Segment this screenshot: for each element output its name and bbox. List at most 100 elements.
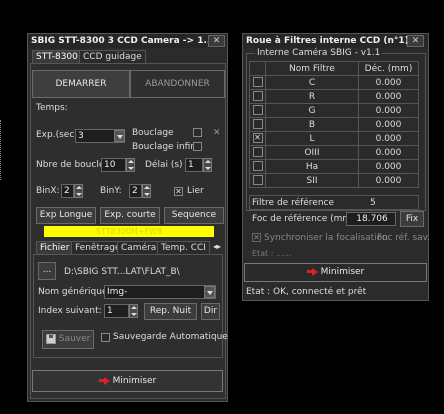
biny-label: BinY: (100, 186, 122, 196)
tab-ccd-guidage[interactable]: CCD guidage (79, 50, 146, 63)
filter-minimize-button[interactable]: Minimiser (244, 263, 427, 282)
filter-row[interactable]: OIII 0.000 (249, 145, 419, 160)
delay-input[interactable]: 1 (185, 158, 203, 172)
filter-window-title: Roue à Filtres interne CCD (n°1) (243, 34, 428, 48)
loop-label: Bouclage (132, 128, 174, 138)
abort-button[interactable]: ABANDONNER (130, 70, 225, 98)
loop-inf-checkbox[interactable] (193, 142, 202, 151)
filter-select-cell[interactable] (249, 75, 266, 90)
loop-checkbox[interactable] (193, 128, 202, 137)
filter-select-cell[interactable] (249, 103, 266, 118)
tab-fichier[interactable]: Fichier (36, 241, 74, 254)
state-label: Etat : ...... (252, 249, 292, 258)
auto-save-checkbox[interactable] (101, 333, 110, 342)
next-index-input[interactable]: 1 (104, 304, 129, 318)
filter-row[interactable]: G 0.000 (249, 103, 419, 118)
filter-name-cell[interactable]: C (265, 75, 359, 90)
filter-select-checkbox[interactable] (252, 91, 263, 102)
filter-name-cell[interactable]: B (265, 117, 359, 132)
filter-select-cell[interactable]: ✕ (249, 131, 266, 146)
exp-combo-arrow[interactable] (114, 130, 125, 142)
ref-filter-label: Filtre de référence (252, 198, 335, 208)
filter-select-cell[interactable] (249, 159, 266, 174)
generic-name-combo-arrow[interactable] (204, 286, 215, 298)
filter-close-button[interactable]: ✕ (407, 35, 424, 47)
generic-name-combo[interactable]: Img- (104, 285, 216, 299)
filter-select-cell[interactable] (249, 117, 266, 132)
filter-select-checkbox[interactable]: ✕ (252, 133, 263, 144)
biny-spinner[interactable] (142, 184, 151, 198)
filter-select-checkbox[interactable] (252, 175, 263, 186)
tab-temp-cci[interactable]: Temp. CCI (157, 241, 210, 254)
link-checkbox[interactable]: ✕ (174, 187, 183, 196)
filter-name-cell[interactable]: L (265, 131, 359, 146)
filter-row[interactable]: B 0.000 (249, 117, 419, 132)
sync-focus-checkbox[interactable]: ✕ (252, 233, 261, 242)
filter-name-cell[interactable]: G (265, 103, 359, 118)
filter-select-cell[interactable] (249, 145, 266, 160)
dir-button[interactable]: Dir (201, 303, 220, 320)
filter-select-checkbox[interactable] (252, 105, 263, 116)
tab-stt8300[interactable]: STT-8300 (32, 50, 82, 63)
filter-offset-cell[interactable]: 0.000 (358, 117, 419, 132)
filter-select-cell[interactable] (249, 173, 266, 188)
filter-select-checkbox[interactable] (252, 77, 263, 88)
ref-filter-value: 5 (370, 198, 376, 208)
filter-offset-cell[interactable]: 0.000 (358, 145, 419, 160)
folder-path: D:\SBIG STT...LAT\FLAT_B\ (64, 267, 180, 277)
filter-row[interactable]: Ha 0.000 (249, 159, 419, 174)
fix-button[interactable]: Fix (400, 211, 424, 227)
rep-nuit-button[interactable]: Rep. Nuit (144, 303, 197, 320)
delay-spinner[interactable] (203, 158, 212, 172)
filter-select-checkbox[interactable] (252, 161, 263, 172)
camera-minimize-label: Minimiser (112, 376, 157, 386)
loop-clear-icon[interactable]: ✕ (213, 128, 221, 138)
next-index-label: Index suivant: (38, 306, 102, 316)
filter-select-cell[interactable] (249, 89, 266, 104)
foc-ref-label: Foc réf. sav. (377, 233, 431, 243)
biny-input[interactable]: 2 (129, 184, 142, 198)
filter-offset-cell[interactable]: 0.000 (358, 131, 419, 146)
filter-offset-cell[interactable]: 0.000 (358, 173, 419, 188)
filter-status-text: Etat : OK, connecté et prêt (246, 287, 367, 297)
col-name-header: Nom Filtre (265, 61, 359, 76)
exp-short-button[interactable]: Exp. courte (100, 207, 160, 224)
next-index-spinner[interactable] (129, 304, 138, 318)
folder-browse-button[interactable]: ... (38, 262, 56, 280)
exp-long-button[interactable]: Exp Longue (36, 207, 96, 224)
auto-save-label: Sauvegarde Automatique (113, 332, 228, 342)
filter-row[interactable]: C 0.000 (249, 75, 419, 90)
tab-camera[interactable]: Caméra (117, 241, 161, 254)
filter-name-cell[interactable]: R (265, 89, 359, 104)
filter-minimize-label: Minimiser (320, 267, 365, 277)
camera-close-button[interactable]: ✕ (208, 35, 225, 47)
filter-name-cell[interactable]: OIII (265, 145, 359, 160)
filter-group-label: Interne Caméra SBIG - v1.1 (255, 48, 383, 58)
save-button[interactable]: Sauver (42, 330, 94, 349)
filter-select-checkbox[interactable] (252, 147, 263, 158)
filter-name-cell[interactable]: Ha (265, 159, 359, 174)
filter-name-cell[interactable]: SII (265, 173, 359, 188)
background-fragment (0, 120, 4, 180)
start-button[interactable]: DEMARRER (32, 70, 130, 98)
binx-input[interactable]: 2 (61, 184, 74, 198)
loop-inf-label: Bouclage infini (132, 142, 199, 152)
binx-spinner[interactable] (74, 184, 83, 198)
filter-row[interactable]: ✕ L 0.000 (249, 131, 419, 146)
filter-row[interactable]: R 0.000 (249, 89, 419, 104)
filter-offset-cell[interactable]: 0.000 (358, 159, 419, 174)
nb-loops-spinner[interactable] (126, 158, 135, 172)
sub-tab-scroll[interactable]: ◂▸ (213, 242, 221, 251)
filter-offset-cell[interactable]: 0.000 (358, 103, 419, 118)
camera-minimize-button[interactable]: Minimiser (32, 370, 223, 392)
filter-row[interactable]: SII 0.000 (249, 173, 419, 188)
ref-focus-input[interactable]: 18.706 (346, 212, 396, 226)
red-arrow-icon (98, 376, 110, 386)
filter-offset-cell[interactable]: 0.000 (358, 75, 419, 90)
sequence-button[interactable]: Sequence (164, 207, 224, 224)
binx-label: BinX: (36, 186, 60, 196)
temps-label: Temps: (36, 103, 68, 113)
filter-offset-cell[interactable]: 0.000 (358, 89, 419, 104)
nb-loops-input[interactable]: 10 (101, 158, 126, 172)
filter-select-checkbox[interactable] (252, 119, 263, 130)
